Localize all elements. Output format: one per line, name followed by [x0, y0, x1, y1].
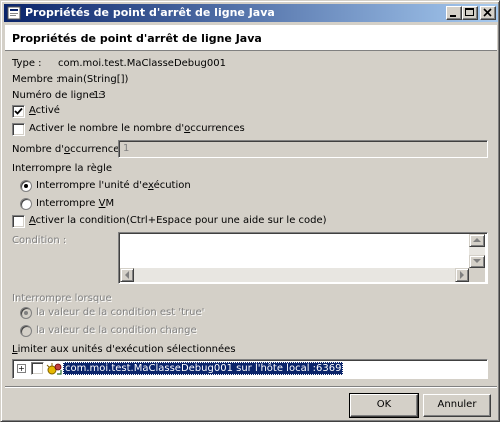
line-number-label: Numéro de ligne :: [12, 90, 102, 101]
tree-expand-toggle[interactable]: +: [17, 364, 26, 373]
condition-changes-label[interactable]: la valeur de la condition change: [36, 325, 197, 336]
button-bar-separator: [5, 386, 497, 388]
line-number-value: 13: [93, 90, 106, 101]
radio-dot-icon: [24, 311, 28, 315]
suspend-vm-label[interactable]: Interrompre VM: [36, 198, 114, 209]
enabled-checkbox[interactable]: [12, 105, 25, 118]
member-value: main(String[]): [58, 74, 129, 85]
scroll-down-button[interactable]: [469, 255, 485, 268]
condition-true-label[interactable]: la valeur de la condition est 'true': [36, 307, 204, 318]
condition-checkbox[interactable]: [12, 215, 25, 228]
ok-button[interactable]: OK: [349, 393, 419, 418]
scroll-up-button[interactable]: [469, 234, 485, 247]
scroll-left-button[interactable]: [120, 268, 134, 282]
scroll-up-arrow-icon: [473, 238, 481, 242]
close-button[interactable]: [480, 6, 496, 20]
hit-count-input-value: 1: [123, 143, 130, 154]
checkmark-icon: [14, 107, 23, 115]
condition-textarea[interactable]: [118, 232, 488, 284]
window-title: Propriétés de point d'arrêt de ligne Jav…: [25, 6, 275, 19]
scroll-down-arrow-icon: [473, 259, 481, 263]
hit-count-checkbox[interactable]: [12, 123, 25, 136]
suspend-policy-label: Interrompre la règle: [12, 163, 113, 174]
minimize-icon: [450, 15, 456, 17]
suspend-thread-radio[interactable]: [20, 180, 32, 192]
condition-changes-radio[interactable]: [20, 325, 32, 337]
hit-count-checkbox-label[interactable]: Activer le nombre le nombre d'occurrence…: [29, 123, 245, 134]
scroll-right-button[interactable]: [455, 268, 469, 282]
maximize-button[interactable]: [462, 6, 478, 20]
thread-item-checkbox[interactable]: [31, 362, 44, 375]
member-label: Membre :: [12, 74, 60, 85]
debug-thread-icon: [46, 361, 62, 377]
cancel-button[interactable]: Annuler: [423, 394, 491, 417]
scroll-left-arrow-icon: [125, 271, 129, 279]
enabled-label[interactable]: Activé: [29, 105, 60, 116]
condition-horizontal-scrollbar[interactable]: [120, 268, 469, 282]
breakpoint-properties-dialog: Propriétés de point d'arrêt de ligne Jav…: [0, 0, 500, 422]
dialog-header-title: Propriétés de point d'arrêt de ligne Jav…: [12, 32, 262, 45]
close-icon: [483, 8, 492, 17]
minimize-button[interactable]: [446, 6, 462, 20]
thread-filter-label: Limiter aux unités d'exécution sélection…: [12, 344, 236, 355]
thread-item-label[interactable]: com.moi.test.MaClasseDebug001 sur l'hôte…: [63, 362, 344, 375]
radio-dot-icon: [24, 184, 28, 188]
suspend-thread-label[interactable]: Interrompre l'unité d'exécution: [36, 180, 191, 191]
dialog-header: Propriétés de point d'arrêt de ligne Jav…: [5, 25, 497, 51]
scroll-right-arrow-icon: [460, 271, 464, 279]
hit-count-field-label: Nombre d'occurrences :: [12, 144, 132, 155]
condition-field-label: Condition :: [12, 235, 67, 246]
scrollbar-corner: [469, 268, 485, 282]
type-label: Type :: [12, 58, 42, 69]
window-app-icon: [6, 5, 22, 21]
condition-hint: (Ctrl+Espace pour une aide sur le code): [126, 215, 327, 226]
hit-count-input[interactable]: 1: [118, 140, 488, 158]
condition-checkbox-label[interactable]: Activer la condition: [29, 215, 126, 226]
title-bar[interactable]: Propriétés de point d'arrêt de ligne Jav…: [4, 4, 498, 22]
suspend-vm-radio[interactable]: [20, 198, 32, 210]
thread-filter-tree[interactable]: + com.moi.test.MaClasseDebug001 sur l'hô…: [12, 359, 488, 379]
condition-true-radio[interactable]: [20, 307, 32, 319]
maximize-icon: [465, 8, 474, 16]
type-value: com.moi.test.MaClasseDebug001: [58, 58, 226, 69]
suspend-when-label: Interrompre lorsque: [12, 293, 112, 304]
